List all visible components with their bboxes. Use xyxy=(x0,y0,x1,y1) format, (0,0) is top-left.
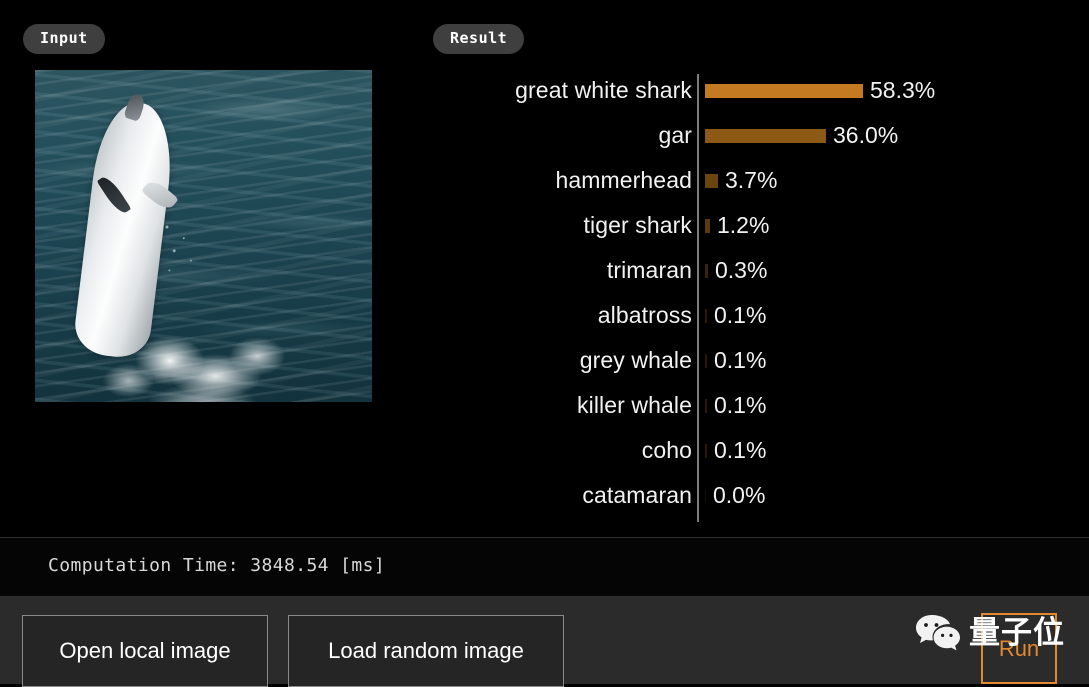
result-row-value: 0.1% xyxy=(714,302,767,328)
result-row-label: gar xyxy=(658,122,692,148)
result-row-value: 0.0% xyxy=(713,482,766,508)
result-row-value: 0.1% xyxy=(714,347,767,373)
result-row-label: catamaran xyxy=(582,482,692,508)
classification-results-chart: great white shark 58.3% gar 36.0% hammerhead… xyxy=(440,68,1080,522)
result-row-bar xyxy=(705,83,863,98)
result-row: killer whale 0.1% xyxy=(440,383,1080,428)
result-row: great white shark 58.3% xyxy=(440,68,1080,113)
result-row-bar xyxy=(705,128,826,143)
result-row-bar xyxy=(705,488,706,503)
result-row: gar 36.0% xyxy=(440,113,1080,158)
result-rows: great white shark 58.3% gar 36.0% hammerhead… xyxy=(440,68,1080,518)
result-row: trimaran 0.3% xyxy=(440,248,1080,293)
result-row-value: 1.2% xyxy=(717,212,770,238)
result-row: albatross 0.1% xyxy=(440,293,1080,338)
result-row-bar xyxy=(705,398,707,413)
result-row-bar xyxy=(705,263,708,278)
result-row-value: 0.1% xyxy=(714,392,767,418)
result-row-bar xyxy=(705,308,707,323)
result-row-label: hammerhead xyxy=(555,167,692,193)
result-row-bar-track xyxy=(705,83,875,98)
result-row-label: albatross xyxy=(597,302,692,328)
result-row: grey whale 0.1% xyxy=(440,338,1080,383)
result-row-label: great white shark xyxy=(515,77,692,103)
result-row-value: 3.7% xyxy=(725,167,778,193)
result-row-label: trimaran xyxy=(606,257,692,283)
run-button[interactable]: Run xyxy=(981,613,1057,684)
result-row-value: 0.3% xyxy=(715,257,768,283)
result-row-value: 58.3% xyxy=(870,77,936,103)
result-row-bar xyxy=(705,218,710,233)
footer-toolbar: Open local image Load random image xyxy=(0,597,1089,687)
result-row: coho 0.1% xyxy=(440,428,1080,473)
load-random-image-button[interactable]: Load random image xyxy=(288,615,564,687)
result-row: hammerhead 3.7% xyxy=(440,158,1080,203)
input-panel-label: Input xyxy=(23,24,105,54)
result-panel-label: Result xyxy=(433,24,525,54)
status-bar: Computation Time: 3848.54 [ms] xyxy=(0,538,1089,597)
result-row-label: killer whale xyxy=(577,392,692,418)
result-row-label: coho xyxy=(641,437,692,463)
result-row-value: 0.1% xyxy=(714,437,767,463)
result-row-bar xyxy=(705,353,707,368)
input-image-preview[interactable] xyxy=(35,70,372,402)
result-row-label: grey whale xyxy=(579,347,692,373)
water-spray xyxy=(155,220,215,290)
result-row-bar xyxy=(705,173,718,188)
computation-time-text: Computation Time: 3848.54 [ms] xyxy=(48,555,386,576)
result-row-value: 36.0% xyxy=(833,122,899,148)
result-row-label: tiger shark xyxy=(583,212,692,238)
result-row: tiger shark 1.2% xyxy=(440,203,1080,248)
result-row-bar xyxy=(705,443,707,458)
app-window: Input Result great white shark 58.3% gar 36… xyxy=(0,0,1089,687)
water-splash xyxy=(87,308,317,402)
open-local-image-button[interactable]: Open local image xyxy=(22,615,268,687)
result-row: catamaran 0.0% xyxy=(440,473,1080,518)
